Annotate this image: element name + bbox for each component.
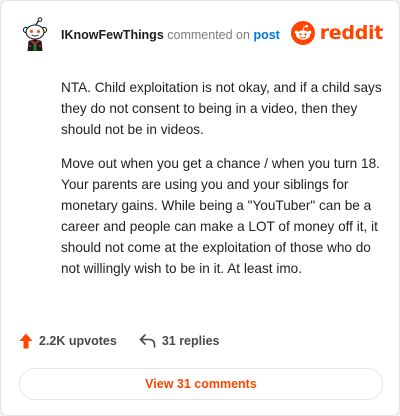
comment-card: IKnowFewThings commented on post reddit … [0, 0, 400, 416]
replies-button[interactable]: 31 replies [139, 334, 220, 348]
reddit-logo-icon [290, 21, 315, 45]
upvote-count: 2.2K upvotes [39, 334, 117, 348]
commented-on-text: commented on [167, 28, 250, 42]
reply-arrow-icon [139, 334, 156, 348]
comment-header: IKnowFewThings commented on post reddit [17, 15, 383, 55]
snoo-avatar-icon [22, 17, 48, 51]
comment-stats: 2.2K upvotes 31 replies [19, 333, 220, 349]
upvote-arrow-icon [19, 333, 33, 349]
reply-count: 31 replies [161, 334, 220, 348]
post-link[interactable]: post [253, 28, 279, 42]
reddit-wordmark: reddit [319, 22, 384, 44]
reddit-brand[interactable]: reddit [290, 21, 384, 45]
user-avatar[interactable] [17, 17, 53, 53]
comment-paragraph: NTA. Child exploitation is not okay, and… [61, 80, 382, 137]
comment-meta: IKnowFewThings commented on post [61, 28, 280, 42]
view-comments-button[interactable]: View 31 comments [19, 368, 383, 400]
comment-paragraph: Move out when you get a chance / when yo… [61, 156, 380, 276]
comment-body: NTA. Child exploitation is not okay, and… [61, 77, 383, 292]
upvote-button[interactable]: 2.2K upvotes [19, 333, 117, 349]
username-link[interactable]: IKnowFewThings [61, 28, 164, 42]
